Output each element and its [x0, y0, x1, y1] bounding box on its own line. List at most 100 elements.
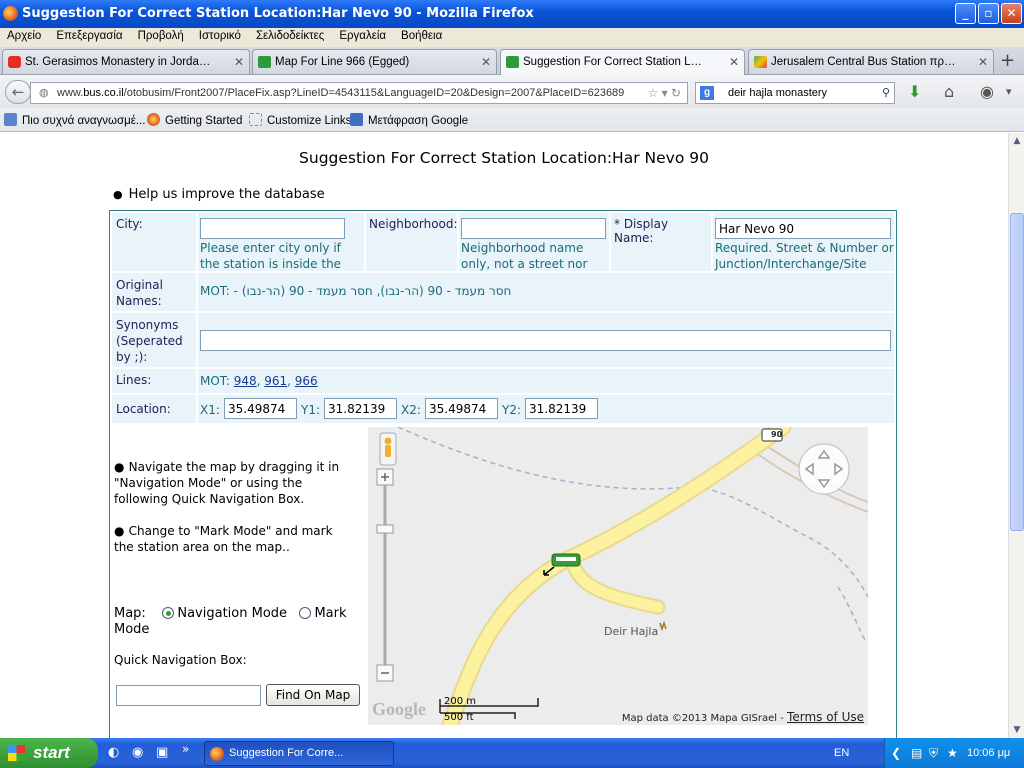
menu-history[interactable]: Ιστορικό: [192, 28, 249, 42]
bookmark-label: Πιο συχνά αναγνωσμέ...: [22, 115, 146, 127]
new-tab-icon[interactable]: +: [1000, 51, 1015, 71]
addon-icon[interactable]: ◉: [980, 83, 994, 101]
google-search-engine-icon[interactable]: g: [700, 86, 714, 100]
synonyms-cell: [198, 313, 894, 367]
maximize-button[interactable]: ▫: [978, 3, 999, 24]
tab-label: St. Gerasimos Monastery in Jordan Valle.…: [25, 56, 213, 68]
line-948-link[interactable]: 948: [234, 374, 257, 388]
url-bar[interactable]: ◍ www.bus.co.il/otobusim/Front2007/Place…: [30, 82, 688, 104]
close-tab-icon[interactable]: ✕: [234, 50, 244, 74]
navigation-mode-label[interactable]: Navigation Mode: [177, 606, 287, 621]
mark-mode-radio[interactable]: [299, 607, 312, 619]
map-mode-selector: Map: Navigation Mode Mark Mode: [114, 606, 364, 638]
bookmark-customize-links[interactable]: Customize Links: [249, 113, 351, 127]
lines-label-cell: Lines:: [112, 369, 196, 393]
map-canvas[interactable]: [368, 427, 868, 725]
system-tray: ❮ ▤ ⛨ ★ 10:06 μμ: [884, 738, 1024, 768]
media-quicklaunch-icon[interactable]: ◉: [132, 745, 143, 760]
tab-gerasimos[interactable]: St. Gerasimos Monastery in Jordan Valle.…: [2, 49, 250, 74]
x1-input[interactable]: [224, 398, 297, 419]
reload-icon[interactable]: ↻: [671, 86, 681, 100]
mark-instructions: ● Change to "Mark Mode" and mark the sta…: [114, 523, 354, 555]
star-icon[interactable]: ★: [947, 738, 958, 768]
security-icon[interactable]: ⛨: [929, 738, 938, 768]
dropdown-arrow-icon[interactable]: ▾: [662, 86, 668, 100]
city-label: City:: [116, 217, 143, 231]
help-text: ● Help us improve the database: [113, 187, 325, 202]
home-icon[interactable]: ⌂: [944, 83, 954, 101]
start-button[interactable]: start: [0, 738, 98, 768]
map-attribution: Map data ©2013 Mapa GISrael - Terms of U…: [622, 710, 864, 724]
terms-of-use-link[interactable]: Terms of Use: [787, 710, 864, 724]
language-indicator[interactable]: EN: [834, 738, 849, 768]
tab-map-line-966[interactable]: Map For Line 966 (Egged) ✕: [252, 49, 497, 74]
close-tab-icon[interactable]: ✕: [978, 50, 988, 74]
map-view[interactable]: 90 Deir Hajla 200 m 500 ft Google Map da…: [368, 427, 868, 725]
menu-bookmarks[interactable]: Σελιδοδείκτες: [249, 28, 332, 42]
download-icon[interactable]: ⬇: [908, 83, 921, 101]
menu-edit[interactable]: Επεξεργασία: [49, 28, 130, 42]
navigate-instructions-text: Navigate the map by dragging it in "Navi…: [114, 460, 340, 506]
mark-mode-label[interactable]: Mark: [314, 606, 346, 621]
clock[interactable]: 10:06 μμ: [967, 738, 1010, 768]
search-input[interactable]: deir hajla monastery: [728, 87, 827, 99]
bus-icon: [258, 56, 271, 68]
synonyms-label: Synonyms (Seperated by ;):: [116, 318, 183, 364]
menu-file[interactable]: Αρχείο: [0, 28, 49, 42]
display-name-input[interactable]: [715, 218, 891, 239]
windows-taskbar: start ◐ ◉ ▣ » Suggestion For Corre... EN…: [0, 738, 1024, 768]
taskbar-firefox-item[interactable]: Suggestion For Corre...: [204, 741, 394, 766]
synonyms-label-cell: Synonyms (Seperated by ;):: [112, 313, 196, 367]
window-title-bar: Suggestion For Correct Station Location:…: [0, 0, 1024, 28]
bookmark-google-translate[interactable]: Μετάφραση Google: [350, 113, 468, 127]
search-icon[interactable]: ⚲: [882, 83, 890, 103]
find-on-map-button[interactable]: Find On Map: [266, 684, 360, 706]
navigation-mode-radio[interactable]: [162, 607, 175, 619]
search-bar[interactable]: g deir hajla monastery ⚲: [695, 82, 895, 104]
scroll-up-icon[interactable]: ▲: [1010, 133, 1024, 149]
tab-suggestion[interactable]: Suggestion For Correct Station Location:…: [500, 49, 745, 75]
line-separator: ,: [287, 374, 295, 388]
station-form: City: Please enter city only if the stat…: [109, 210, 897, 738]
menu-help[interactable]: Βοήθεια: [394, 28, 450, 42]
mark-instructions-text: Change to "Mark Mode" and mark the stati…: [114, 524, 333, 554]
display-name-cell: Required. Street & Number or Junction/In…: [713, 213, 894, 271]
lines-prefix: MOT:: [200, 374, 230, 388]
scroll-down-icon[interactable]: ▼: [1010, 722, 1024, 738]
url-prefix: www.: [57, 87, 84, 99]
bookmark-star-icon[interactable]: ☆: [647, 86, 658, 100]
x2-input[interactable]: [425, 398, 498, 419]
bookmark-most-visited[interactable]: Πιο συχνά αναγνωσμέ...: [4, 113, 145, 127]
bookmark-getting-started[interactable]: Getting Started: [147, 113, 242, 127]
line-966-link[interactable]: 966: [295, 374, 318, 388]
desktop-quicklaunch-icon[interactable]: ▣: [156, 745, 168, 760]
menu-chevron-icon[interactable]: ▾: [1006, 83, 1012, 101]
close-tab-icon[interactable]: ✕: [481, 50, 491, 74]
display-name-label: * Display Name:: [614, 217, 669, 245]
folder-icon: [4, 113, 17, 126]
back-arrow-icon[interactable]: ←: [5, 80, 31, 104]
scale-feet-label: 500 ft: [444, 712, 474, 723]
minimize-button[interactable]: _: [955, 3, 976, 24]
neighborhood-input[interactable]: [461, 218, 606, 239]
close-tab-icon[interactable]: ✕: [729, 50, 739, 74]
tab-jerusalem[interactable]: Jerusalem Central Bus Station προς Deir …: [748, 49, 994, 74]
synonyms-input[interactable]: [200, 330, 891, 351]
city-label-cell: City:: [112, 213, 196, 271]
quick-navigation-input[interactable]: [116, 685, 261, 706]
y2-input[interactable]: [525, 398, 598, 419]
line-961-link[interactable]: 961: [264, 374, 287, 388]
scrollbar-thumb[interactable]: [1010, 213, 1024, 531]
windows-logo-icon: [8, 745, 25, 761]
vertical-scrollbar[interactable]: ▲ ▼: [1008, 133, 1024, 738]
close-window-button[interactable]: ✕: [1001, 3, 1022, 24]
network-icon[interactable]: ▤: [911, 738, 922, 768]
quicklaunch-overflow-icon[interactable]: »: [182, 742, 189, 756]
y1-input[interactable]: [324, 398, 397, 419]
ie-quicklaunch-icon[interactable]: ◐: [108, 745, 119, 760]
city-input[interactable]: [200, 218, 345, 239]
menu-tools[interactable]: Εργαλεία: [332, 28, 394, 42]
bullet-icon: ●: [114, 460, 129, 474]
menu-view[interactable]: Προβολή: [131, 28, 192, 42]
tray-arrow-icon[interactable]: ❮: [891, 738, 901, 768]
